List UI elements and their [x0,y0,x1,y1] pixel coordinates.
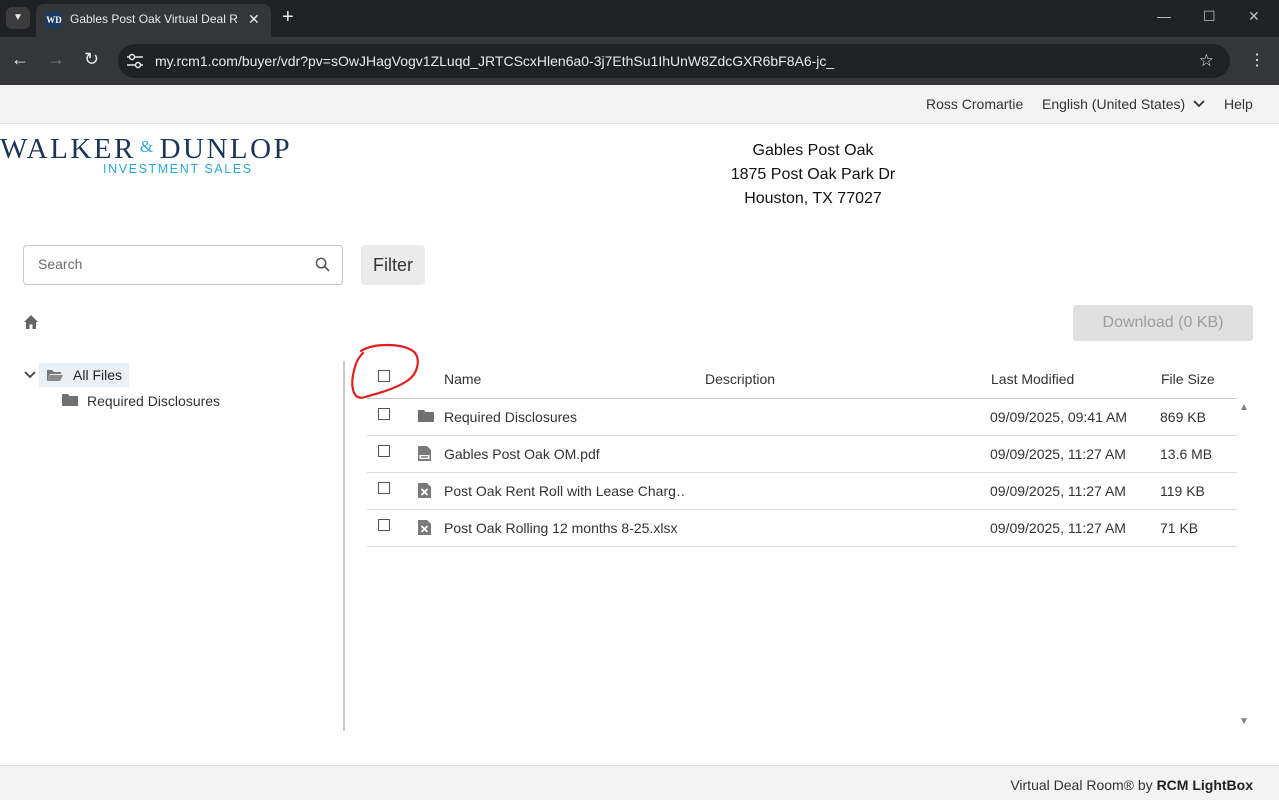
tree-item-required-disclosures[interactable]: Required Disclosures [87,393,220,409]
logo-left-text: WALKER [0,133,136,165]
excel-file-icon [418,483,431,498]
table-row[interactable]: Gables Post Oak OM.pdf 09/09/2025, 11:27… [367,436,1237,473]
row-checkbox[interactable] [378,519,390,531]
file-name[interactable]: Post Oak Rolling 12 months 8-25.xlsx [444,520,684,536]
maximize-icon[interactable]: ☐ [1203,8,1216,25]
annotation-circle [351,343,419,399]
minimize-icon[interactable]: — [1157,8,1171,24]
folder-icon [62,394,78,406]
table-row[interactable]: Post Oak Rent Roll with Lease Charg… 09/… [367,473,1237,510]
scroll-down-arrow-icon[interactable]: ▼ [1239,716,1249,727]
file-last-modified: 09/09/2025, 11:27 AM [990,446,1126,462]
pane-divider[interactable] [343,361,345,731]
property-address-line2: Houston, TX 77027 [744,190,882,207]
tab-search-button[interactable]: ▼ [6,7,30,29]
chevron-down-icon [1193,100,1205,108]
logo-subtitle: INVESTMENT SALES [103,162,253,176]
property-address-line1: 1875 Post Oak Park Dr [730,166,896,183]
browser-tab-bar: ▼ WD Gables Post Oak Virtual Deal Room ✕… [0,0,1279,37]
browser-menu-icon[interactable]: ⋮ [1249,50,1265,70]
column-header-last-modified[interactable]: Last Modified [991,371,1074,387]
row-checkbox[interactable] [378,408,390,420]
folder-open-icon [47,370,63,381]
tab-title: Gables Post Oak Virtual Deal Room [70,12,238,26]
column-header-description[interactable]: Description [705,371,775,387]
download-button[interactable]: Download (0 KB) [1073,305,1253,341]
row-checkbox[interactable] [378,482,390,494]
back-arrow-icon[interactable]: ← [11,49,29,70]
file-size: 71 KB [1160,520,1199,536]
forward-arrow-icon[interactable]: → [47,49,65,70]
footer-text: Virtual Deal Room® by RCM LightBox [1010,777,1253,793]
logo-amp: & [139,137,156,156]
table-row[interactable]: Post Oak Rolling 12 months 8-25.xlsx 09/… [367,510,1237,547]
row-checkbox[interactable] [378,445,390,457]
file-last-modified: 09/09/2025, 09:41 AM [990,409,1127,425]
url-text[interactable]: my.rcm1.com/buyer/vdr?pv=sOwJHagVogv1ZLu… [155,53,834,69]
file-size: 869 KB [1160,409,1206,425]
file-name[interactable]: Post Oak Rent Roll with Lease Charg… [444,483,684,499]
tree-item-all-files[interactable]: All Files [39,363,129,387]
logo-right-text: DUNLOP [159,133,293,165]
column-header-file-size[interactable]: File Size [1161,371,1215,387]
scroll-up-arrow-icon[interactable]: ▲ [1239,402,1249,413]
app-header: Ross Cromartie English (United States) H… [0,85,1279,124]
column-header-name[interactable]: Name [444,371,481,387]
new-tab-button[interactable]: + [282,6,294,29]
language-selector[interactable]: English (United States) [1042,96,1205,112]
footer-prefix: Virtual Deal Room® by [1010,777,1157,793]
file-size: 13.6 MB [1160,446,1213,462]
browser-toolbar: ← → ↻ my.rcm1.com/buyer/vdr?pv=sOwJHagVo… [0,37,1279,85]
help-link[interactable]: Help [1224,96,1253,112]
property-name: Gables Post Oak [752,142,874,159]
file-size: 119 KB [1160,483,1205,499]
tab-close-icon[interactable]: ✕ [248,11,260,28]
tab-favicon: WD [46,12,62,28]
footer-brand: RCM LightBox [1156,777,1253,793]
site-info-icon[interactable] [126,53,144,69]
file-last-modified: 09/09/2025, 11:27 AM [990,520,1126,536]
tree-item-label: All Files [73,367,123,383]
language-label: English (United States) [1042,96,1186,112]
search-box [23,245,343,285]
address-bar[interactable]: my.rcm1.com/buyer/vdr?pv=sOwJHagVogv1ZLu… [118,44,1230,78]
tree-collapse-chevron-icon[interactable] [23,368,37,382]
folder-icon [418,410,434,422]
home-icon[interactable] [23,314,39,330]
filter-button[interactable]: Filter [361,245,425,285]
app-footer: Virtual Deal Room® by RCM LightBox [0,765,1279,800]
browser-tab[interactable]: WD Gables Post Oak Virtual Deal Room ✕ [36,4,271,37]
table-row[interactable]: Required Disclosures 09/09/2025, 09:41 A… [367,399,1237,436]
file-last-modified: 09/09/2025, 11:27 AM [990,483,1126,499]
search-input[interactable] [38,256,308,272]
search-icon[interactable] [315,257,330,272]
file-name[interactable]: Gables Post Oak OM.pdf [444,446,684,462]
excel-file-icon [418,520,431,535]
user-name-link[interactable]: Ross Cromartie [926,96,1023,112]
window-close-icon[interactable]: ✕ [1248,8,1260,25]
bookmark-star-icon[interactable]: ☆ [1199,51,1214,71]
file-name[interactable]: Required Disclosures [444,409,684,425]
reload-icon[interactable]: ↻ [84,49,99,70]
pdf-file-icon [418,446,431,461]
